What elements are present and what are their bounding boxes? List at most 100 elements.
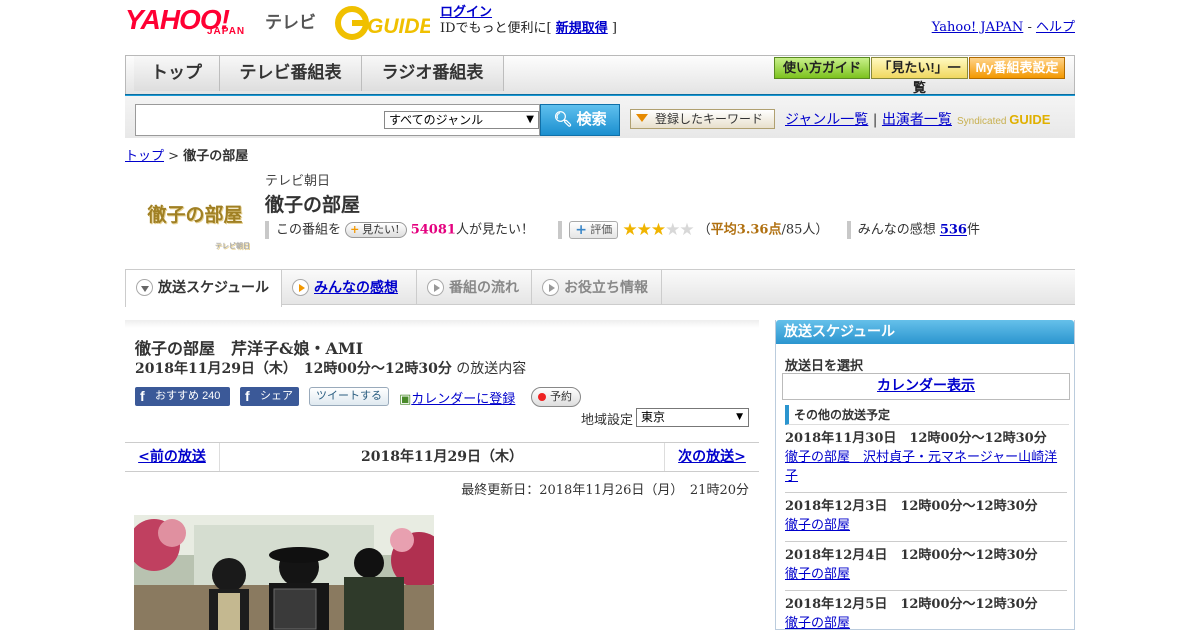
nav-tab-tv-guide[interactable]: テレビ番組表 xyxy=(220,56,362,91)
next-broadcast-link[interactable]: 次の放送> xyxy=(678,449,746,465)
facebook-recommend-label: おすすめ xyxy=(155,390,199,402)
search-button[interactable]: 🔍︎ 検索 xyxy=(540,104,620,136)
tv-label: テレビ xyxy=(265,13,316,32)
rating-average: 平均3.36点 xyxy=(710,222,782,238)
facebook-recommend-count: 240 xyxy=(202,390,221,402)
breadcrumb-separator: > xyxy=(164,149,184,164)
want-to-watch-button[interactable]: 見たい! xyxy=(345,222,407,238)
search-bar: すべてのジャンル ▼ 🔍︎ 検索 登録したキーワード ジャンル一覧 | 出演者一覧… xyxy=(125,96,1075,138)
site-header: YAHOO! JAPAN テレビ GUIDE ログイン IDでもっと便利に[ 新… xyxy=(125,0,1075,52)
want-prefix: この番組を xyxy=(276,222,342,238)
schedule-item-date: 2018年12月3日 12時00分～12時30分 xyxy=(785,499,1038,514)
tab-useful-info: お役立ち情報 xyxy=(532,270,662,305)
star-icon: ★ xyxy=(636,220,652,240)
gguide-logo[interactable]: GUIDE xyxy=(335,6,430,40)
schedule-item: 2018年11月30日 12時00分～12時30分 徹子の部屋 沢村貞子・元マネ… xyxy=(785,429,1067,493)
star-empty-icon: ★ xyxy=(679,220,694,240)
other-broadcasts-heading: その他の放送予定 xyxy=(785,405,1069,425)
divider xyxy=(265,221,269,239)
usage-guide-button[interactable]: 使い方ガイド xyxy=(774,57,870,79)
search-icon: 🔍︎ xyxy=(553,111,573,128)
select-arrow-icon: ▼ xyxy=(526,114,534,125)
tab-impressions[interactable]: みんなの感想 xyxy=(282,270,417,305)
tab-schedule[interactable]: 放送スケジュール xyxy=(125,270,282,307)
schedule-item-link[interactable]: 徹子の部屋 沢村貞子・元マネージャー山崎洋子 xyxy=(785,450,1057,484)
schedule-item-link[interactable]: 徹子の部屋 xyxy=(785,567,850,582)
add-to-calendar-link[interactable]: ▣カレンダーに登録 xyxy=(399,388,515,407)
performer-list-link[interactable]: 出演者一覧 xyxy=(882,112,952,128)
program-stats-row: この番組を 見たい! 54081人が見たい！ 評価 ★★★★★ （平均3.36点… xyxy=(265,220,1065,240)
nav-tab-top[interactable]: トップ xyxy=(134,56,220,91)
tweet-button[interactable]: ツイートする xyxy=(309,387,389,406)
tab-useful-info-label: お役立ち情報 xyxy=(564,279,648,295)
divider xyxy=(558,221,563,239)
want-suffix: 人が見たい！ xyxy=(455,222,534,238)
schedule-item-link[interactable]: 徹子の部屋 xyxy=(785,518,850,533)
impressions-prefix: みんなの感想 xyxy=(857,222,936,238)
breadcrumb-home[interactable]: トップ xyxy=(125,149,164,164)
select-arrow-icon: ▼ xyxy=(736,412,743,422)
genre-select-value: すべてのジャンル xyxy=(389,113,484,127)
last-updated: 最終更新日：2018年11月26日（月） 21時20分 xyxy=(461,483,749,498)
facebook-share-button[interactable]: シェア xyxy=(240,387,299,406)
divider xyxy=(846,221,851,239)
rate-button[interactable]: 評価 xyxy=(569,221,619,239)
breadcrumb-current: 徹子の部屋 xyxy=(183,149,249,164)
schedule-item-link[interactable]: 徹子の部屋 xyxy=(785,616,850,630)
genre-select[interactable]: すべてのジャンル ▼ xyxy=(384,111,539,129)
star-empty-icon: ★ xyxy=(665,220,680,240)
episode-header: 徹子の部屋 芹洋子&娘・AMI 2018年11月29日（木） 12時00分～12… xyxy=(125,320,759,435)
tab-program-flow-label: 番組の流れ xyxy=(449,279,519,295)
login-link[interactable]: ログイン xyxy=(440,5,492,20)
chevron-down-icon xyxy=(136,279,153,296)
region-select-value: 東京 xyxy=(641,410,666,424)
nav-tab-radio-guide[interactable]: ラジオ番組表 xyxy=(362,56,504,91)
syndicated-badge: Syndicated GUIDE xyxy=(957,112,1050,127)
impressions-suffix: 件 xyxy=(966,222,980,238)
want-list-button[interactable]: 「見たい!」一覧 xyxy=(871,57,968,95)
breadcrumb: トップ > 徹子の部屋 xyxy=(125,145,248,164)
pager-next-cell: 次の放送> xyxy=(664,443,759,471)
play-arrow-icon xyxy=(542,279,559,296)
star-icon: ★ xyxy=(622,220,637,240)
region-label: 地域設定 xyxy=(581,413,634,428)
my-guide-settings-button[interactable]: My番組表設定 xyxy=(969,57,1065,79)
tab-impressions-label[interactable]: みんなの感想 xyxy=(314,279,398,295)
tab-program-flow: 番組の流れ xyxy=(417,270,532,305)
login-text-suffix: ] xyxy=(607,21,617,36)
help-link[interactable]: ヘルプ xyxy=(1036,20,1075,35)
calendar-display-link[interactable]: カレンダー表示 xyxy=(877,378,975,394)
region-select[interactable]: 東京 ▼ xyxy=(636,408,749,427)
facebook-recommend-button[interactable]: おすすめ 240 xyxy=(135,387,230,406)
schedule-item-date: 2018年12月4日 12時00分～12時30分 xyxy=(785,548,1038,563)
schedule-item: 2018年12月5日 12時00分～12時30分 徹子の部屋 xyxy=(785,595,1067,630)
dropdown-triangle-icon xyxy=(636,114,648,122)
genre-list-link[interactable]: ジャンル一覧 xyxy=(785,112,868,128)
program-logo-text: 徹子の部屋 xyxy=(147,204,243,226)
rating-stars: ★★★★★ xyxy=(622,220,694,240)
program-logo-credit: テレビ朝日 xyxy=(215,241,250,250)
signup-link[interactable]: 新規取得 xyxy=(556,21,608,36)
yahoo-japan-link[interactable]: Yahoo! JAPAN xyxy=(932,20,1024,35)
svg-text:GUIDE: GUIDE xyxy=(367,15,430,38)
prev-broadcast-link[interactable]: <前の放送 xyxy=(138,449,206,465)
impressions-count-link[interactable]: 536 xyxy=(940,223,967,238)
search-button-label: 検索 xyxy=(576,111,607,128)
login-block: ログイン IDでもっと便利に[ 新規取得 ] xyxy=(440,5,617,37)
registered-keyword-label: 登録したキーワード xyxy=(655,112,764,126)
episode-date: 2018年11月29日（木） 12時00分～12時30分 xyxy=(135,361,452,377)
schedule-item-date: 2018年11月30日 12時00分～12時30分 xyxy=(785,431,1047,446)
program-tabs: 放送スケジュール みんなの感想 番組の流れ お役立ち情報 xyxy=(125,269,1075,307)
reserve-button[interactable]: 予約 xyxy=(531,387,581,407)
play-arrow-icon xyxy=(427,279,444,296)
pager-prev-cell: <前の放送 xyxy=(125,443,220,471)
login-text-prefix: IDでもっと便利に[ xyxy=(440,21,556,36)
play-arrow-icon xyxy=(292,279,309,296)
schedule-item-date: 2018年12月5日 12時00分～12時30分 xyxy=(785,597,1038,612)
yahoo-japan-sublogo: JAPAN xyxy=(207,26,246,37)
schedule-item: 2018年12月3日 12時00分～12時30分 徹子の部屋 xyxy=(785,497,1067,542)
select-date-label: 放送日を選択 xyxy=(785,359,864,374)
calendar-display-cell: カレンダー表示 xyxy=(782,373,1070,400)
registered-keyword-button[interactable]: 登録したキーワード xyxy=(630,109,775,129)
rating-open: （ xyxy=(697,222,711,238)
